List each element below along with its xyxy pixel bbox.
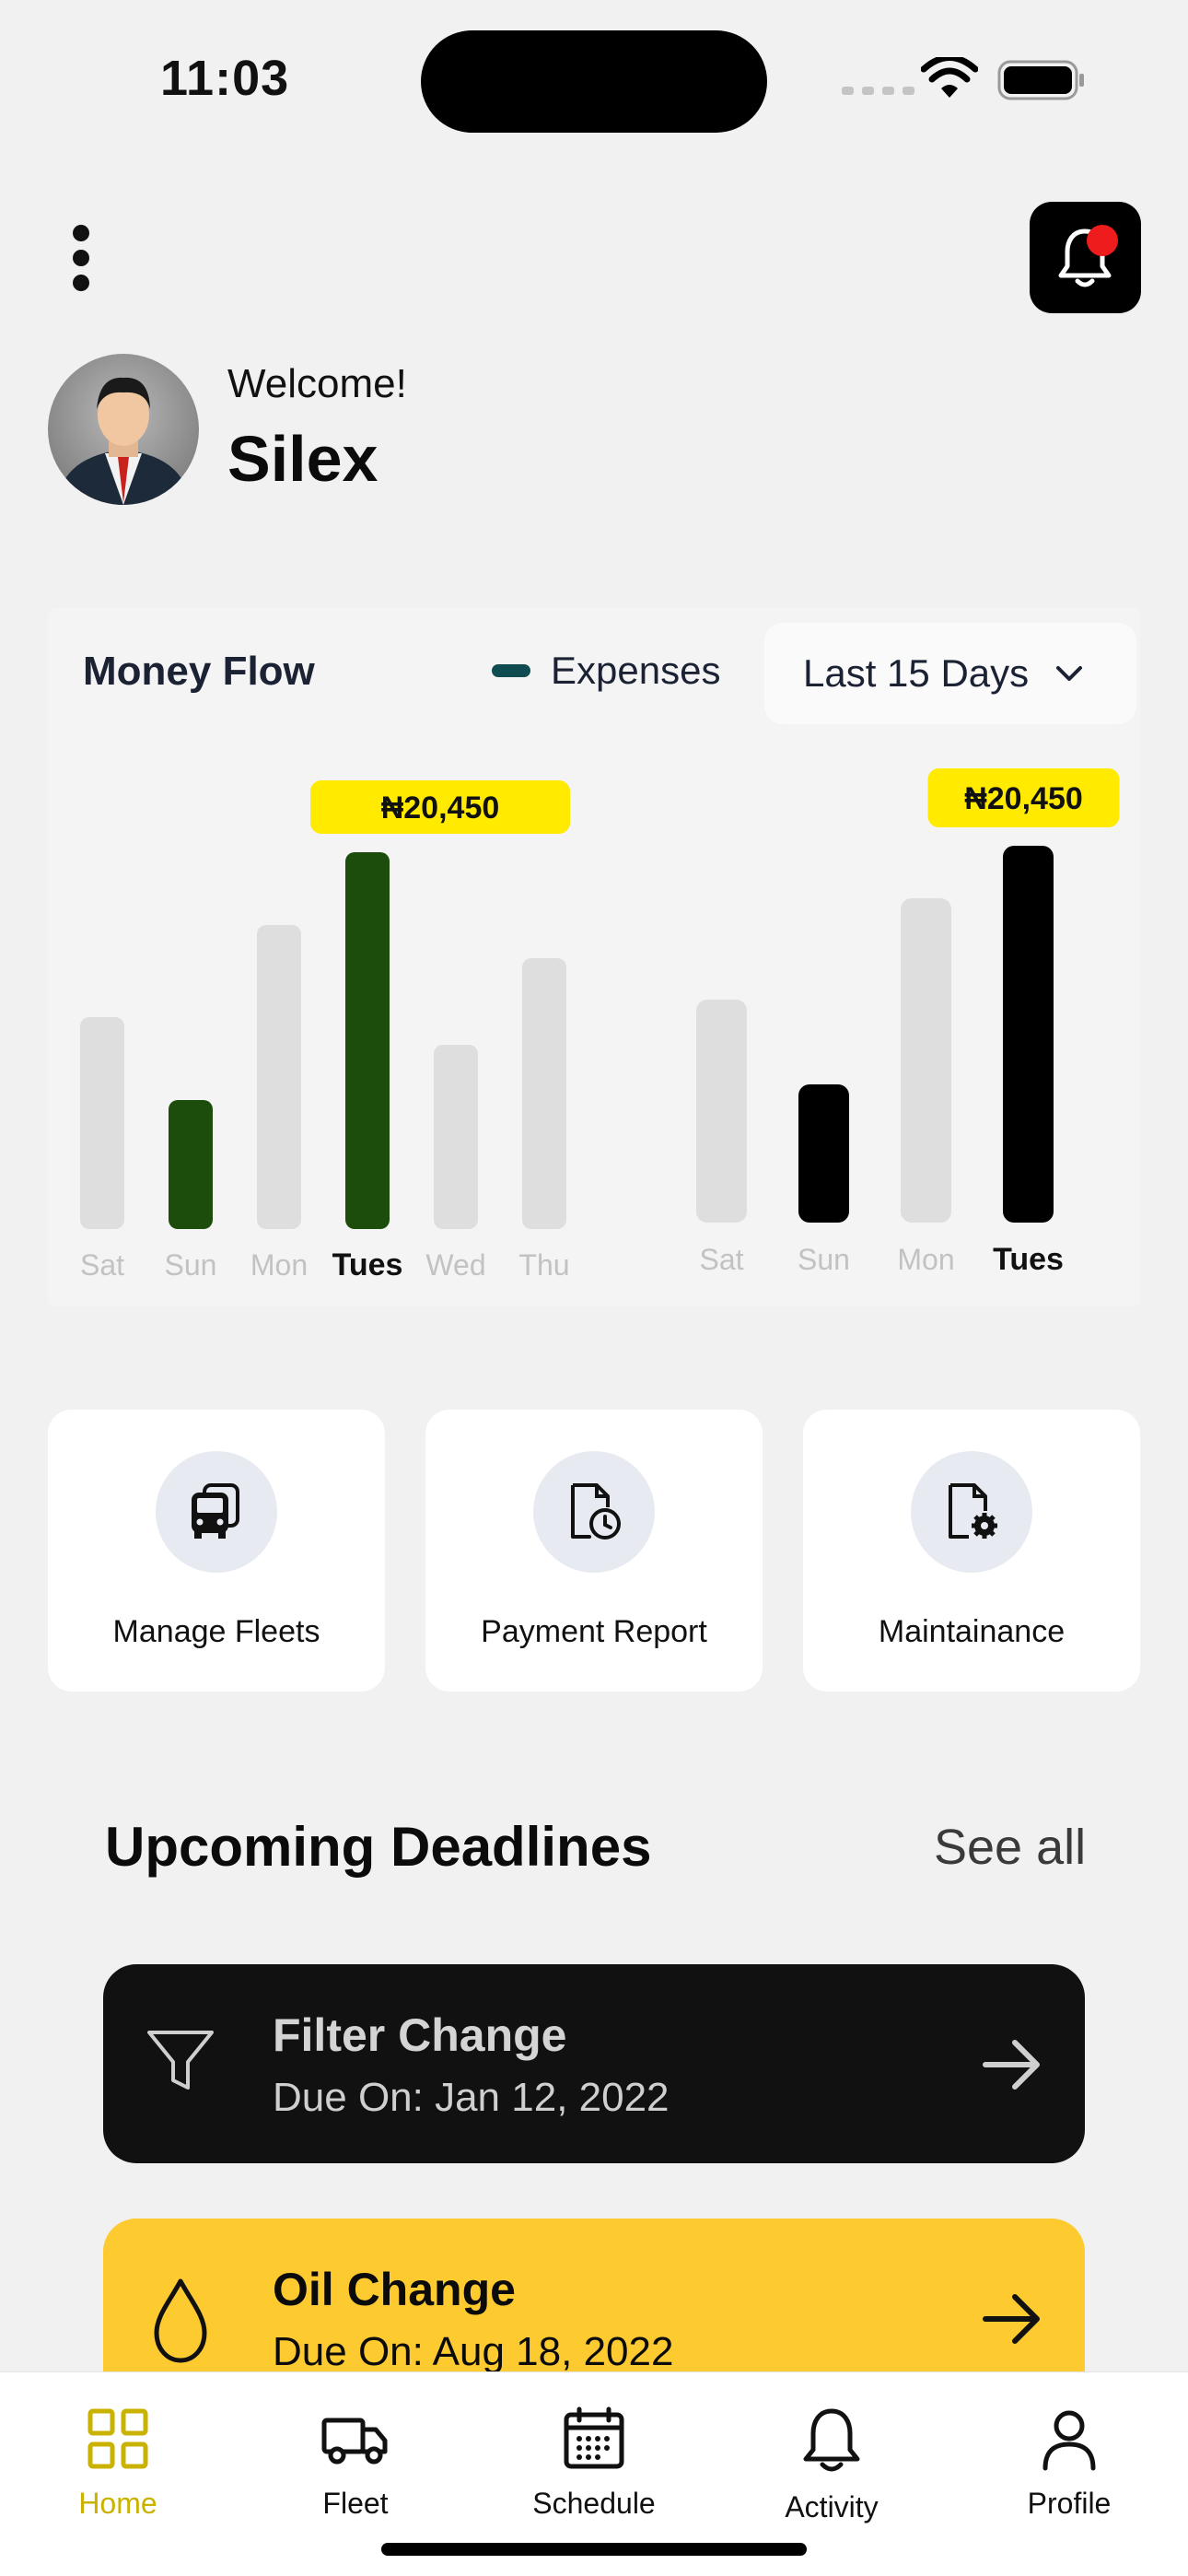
bar-tues[interactable]	[1003, 846, 1054, 1223]
nav-label: Schedule	[532, 2487, 656, 2520]
arrow-right-icon	[983, 2040, 1040, 2090]
action-label: Payment Report	[481, 1614, 707, 1649]
value-tooltip-label: ₦20,450	[964, 781, 1083, 816]
x-tick-label: Wed	[425, 1248, 485, 1282]
grid-icon	[87, 2408, 148, 2469]
x-tick-label: Sat	[80, 1248, 124, 1282]
nav-label: Home	[78, 2487, 157, 2520]
x-tick-label: Thu	[518, 1248, 569, 1282]
nav-label: Fleet	[322, 2487, 389, 2520]
legend-label: Expenses	[551, 649, 721, 692]
arrow-right-icon	[983, 2294, 1040, 2344]
x-tick-label: Mon	[897, 1243, 954, 1276]
dynamic-island	[421, 30, 767, 133]
status-bar: 11:03	[0, 0, 1188, 138]
bus-icon	[156, 1451, 277, 1573]
status-time: 11:03	[160, 51, 290, 106]
truck-icon	[321, 2418, 388, 2465]
x-tick-label: Tues	[993, 1242, 1064, 1277]
bell-icon	[803, 2408, 860, 2472]
date-range-label: Last 15 Days	[803, 651, 1030, 695]
bar-mon[interactable]	[257, 925, 301, 1229]
bar-sat[interactable]	[80, 1017, 124, 1229]
value-tooltip-label: ₦20,450	[381, 790, 500, 825]
bar-sun[interactable]	[169, 1100, 213, 1229]
deadline-card-filter-change[interactable]: Filter Change Due On: Jan 12, 2022	[103, 1964, 1085, 2163]
nav-profile[interactable]: Profile	[977, 2406, 1161, 2521]
battery-icon	[997, 60, 1084, 100]
x-tick-label: Sat	[699, 1243, 743, 1276]
welcome-greeting: Welcome!	[227, 361, 407, 406]
x-tick-label: Tues	[332, 1247, 403, 1282]
bar-sun[interactable]	[798, 1084, 849, 1223]
x-tick-label: Sun	[165, 1248, 217, 1282]
bar-mon[interactable]	[901, 898, 951, 1223]
chart-title: Money Flow	[83, 649, 315, 694]
bar-wed[interactable]	[434, 1045, 478, 1229]
avatar[interactable]	[48, 354, 199, 505]
maintenance-button[interactable]: Maintainance	[803, 1410, 1140, 1692]
deadline-due-date: Due On: Aug 18, 2022	[273, 2329, 674, 2374]
user-icon	[1042, 2410, 1096, 2471]
chart-legend: Expenses	[492, 649, 720, 693]
nav-label: Activity	[785, 2490, 879, 2523]
bar-tues[interactable]	[345, 852, 390, 1229]
cellular-signal-icon	[842, 87, 914, 95]
deadline-title: Oil Change	[273, 2264, 516, 2315]
section-title: Upcoming Deadlines	[105, 1816, 652, 1878]
unread-badge	[1087, 225, 1118, 256]
x-tick-label: Mon	[250, 1248, 308, 1282]
nav-schedule[interactable]: Schedule	[502, 2406, 686, 2521]
chevron-down-icon	[1056, 666, 1083, 681]
document-clock-icon	[533, 1451, 655, 1573]
user-name: Silex	[227, 423, 379, 495]
home-indicator	[381, 2543, 807, 2556]
nav-label: Profile	[1027, 2487, 1112, 2520]
filter-icon	[147, 2031, 214, 2090]
notification-button[interactable]	[1030, 202, 1141, 313]
see-all-link[interactable]: See all	[934, 1819, 1086, 1876]
wifi-icon	[921, 57, 978, 98]
bar-sat[interactable]	[696, 1000, 747, 1223]
person-avatar-icon	[57, 377, 190, 505]
bar-thu[interactable]	[522, 958, 566, 1229]
deadline-due-date: Due On: Jan 12, 2022	[273, 2075, 670, 2120]
money-flow-card: Sat Sun Mon Tues ₦20,450 Wed Thu Sat Sun Mon Tues ₦…	[48, 608, 1140, 1306]
action-label: Maintainance	[878, 1614, 1066, 1649]
manage-fleets-button[interactable]: Manage Fleets	[48, 1410, 385, 1692]
calendar-icon	[564, 2406, 624, 2469]
nav-activity[interactable]: Activity	[740, 2406, 924, 2524]
x-tick-label: Sun	[798, 1243, 850, 1276]
date-range-dropdown[interactable]: Last 15 Days	[764, 623, 1136, 724]
deadline-title: Filter Change	[273, 2009, 567, 2061]
action-label: Manage Fleets	[112, 1614, 320, 1649]
document-gear-icon	[911, 1451, 1032, 1573]
nav-home[interactable]: Home	[26, 2406, 210, 2521]
nav-fleet[interactable]: Fleet	[263, 2406, 448, 2521]
legend-swatch	[492, 664, 530, 677]
more-vertical-icon[interactable]	[70, 225, 92, 291]
payment-report-button[interactable]: Payment Report	[425, 1410, 763, 1692]
droplet-icon	[154, 2278, 207, 2363]
